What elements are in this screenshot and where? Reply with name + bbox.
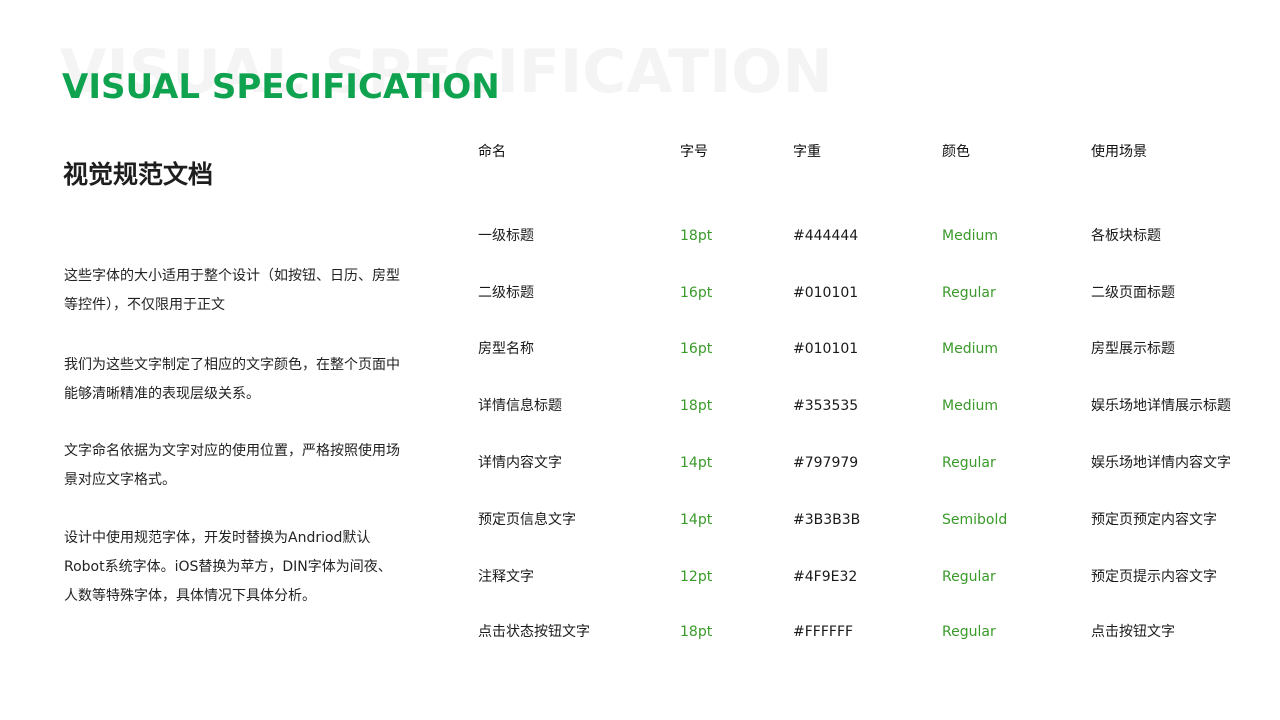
cell-color: Regular (942, 285, 996, 301)
cell-weight: #010101 (793, 285, 859, 301)
header-name: 命名 (478, 144, 506, 160)
cell-size: 18pt (680, 398, 713, 414)
cell-size: 18pt (680, 624, 713, 640)
cell-name: 房型名称 (478, 341, 534, 357)
cell-weight: #010101 (793, 341, 859, 357)
cell-name: 预定页信息文字 (478, 512, 576, 528)
cell-usage: 各板块标题 (1091, 228, 1161, 244)
cell-weight: #4F9E32 (793, 569, 858, 585)
cell-usage: 娱乐场地详情展示标题 (1091, 398, 1231, 414)
page-subtitle: 视觉规范文档 (63, 160, 214, 189)
cell-name: 点击状态按钮文字 (478, 624, 590, 640)
cell-name: 一级标题 (478, 228, 534, 244)
cell-color: Semibold (942, 512, 1008, 528)
page-title: VISUAL SPECIFICATION (62, 67, 500, 107)
cell-color: Medium (942, 228, 998, 244)
cell-weight: #353535 (793, 398, 859, 414)
cell-color: Regular (942, 455, 996, 471)
spec-table: 命名 字号 字重 颜色 使用场景 一级标题 18pt #444444 Medium 各板… (478, 0, 1268, 720)
cell-weight: #444444 (793, 228, 859, 244)
cell-name: 二级标题 (478, 285, 534, 301)
cell-usage: 娱乐场地详情内容文字 (1091, 455, 1231, 471)
cell-name: 详情内容文字 (478, 455, 562, 471)
cell-weight: #3B3B3B (793, 512, 861, 528)
header-color: 颜色 (942, 144, 970, 160)
cell-weight: #FFFFFF (793, 624, 854, 640)
description-paragraph: 文字命名依据为文字对应的使用位置，严格按照使用场景对应文字格式。 (64, 443, 400, 488)
cell-color: Regular (942, 569, 996, 585)
cell-usage: 预定页预定内容文字 (1091, 512, 1217, 528)
cell-name: 注释文字 (478, 569, 534, 585)
cell-usage: 二级页面标题 (1091, 285, 1175, 301)
cell-size: 18pt (680, 228, 713, 244)
cell-size: 16pt (680, 285, 713, 301)
description-paragraph: 设计中使用规范字体，开发时替换为Andriod默认Robot系统字体。iOS替换… (64, 530, 392, 604)
cell-color: Medium (942, 398, 998, 414)
header-weight: 字重 (793, 144, 821, 160)
cell-name: 详情信息标题 (478, 398, 562, 414)
cell-color: Medium (942, 341, 998, 357)
cell-size: 14pt (680, 512, 713, 528)
cell-usage: 房型展示标题 (1091, 341, 1175, 357)
cell-size: 16pt (680, 341, 713, 357)
cell-color: Regular (942, 624, 996, 640)
header-size: 字号 (680, 144, 708, 160)
cell-usage: 预定页提示内容文字 (1091, 569, 1217, 585)
cell-usage: 点击按钮文字 (1091, 624, 1175, 640)
description-paragraph: 我们为这些文字制定了相应的文字颜色，在整个页面中能够清晰精准的表现层级关系。 (64, 357, 400, 402)
header-usage: 使用场景 (1091, 144, 1147, 160)
description-paragraph: 这些字体的大小适用于整个设计（如按钮、日历、房型等控件），不仅限用于正文 (64, 268, 400, 313)
cell-size: 14pt (680, 455, 713, 471)
cell-weight: #797979 (793, 455, 859, 471)
cell-size: 12pt (680, 569, 713, 585)
